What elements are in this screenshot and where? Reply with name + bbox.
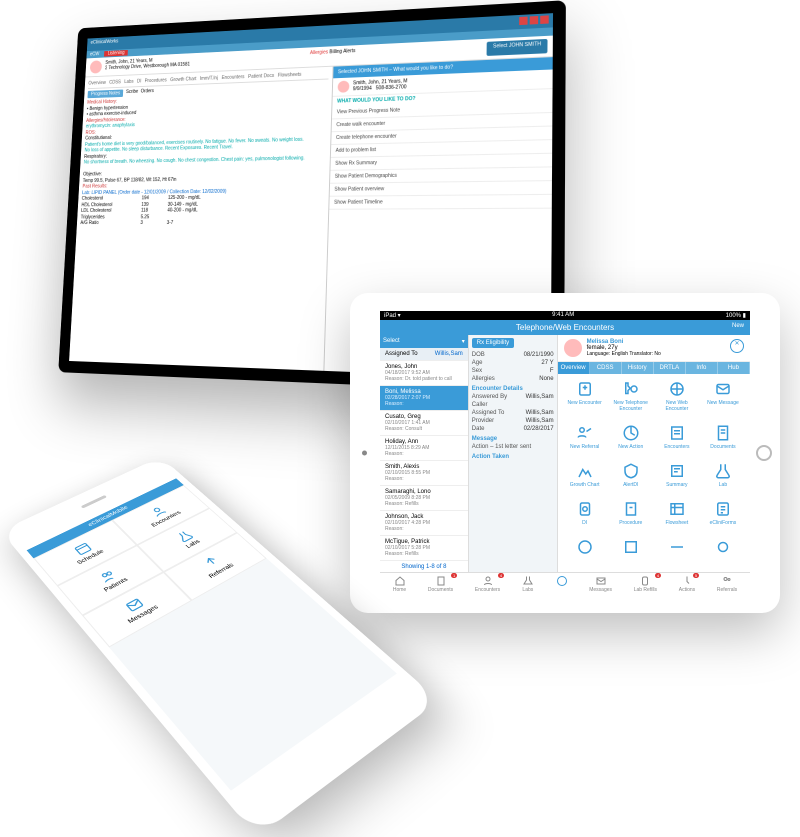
hub-icon[interactable]: New Web Encounter [656,380,698,420]
camera-icon [362,451,367,456]
footer-tab[interactable]: 5Actions [679,575,695,593]
phone-device: eClinicalMobile Schedule Encounters Pati… [0,457,238,615]
hub-icon[interactable]: Growth Chart [564,462,606,496]
hub-tab[interactable]: Overview [558,362,590,374]
avatar [90,60,102,73]
hub-icon[interactable] [656,538,698,566]
speaker-icon [81,495,107,509]
hub-icon[interactable]: New Telephone Encounter [610,380,652,420]
close-icon[interactable]: ✕ [730,339,744,353]
select-patient-button[interactable]: Select JOHN SMITH [487,39,548,56]
app-title: eClinicalWorks [90,39,118,50]
nav-encounters[interactable]: Encounters [221,74,244,81]
tablet-device: iPad ▾ 9:41 AM 100% ▮ Telephone/Web Enco… [350,293,780,613]
patient-hub: Melissa Boni female, 27y Language: Engli… [558,335,750,572]
hub-tab[interactable]: Hub [718,362,750,374]
nav-procedures[interactable]: Procedures [145,78,167,84]
screen-title: Telephone/Web Encounters New [380,320,750,335]
hub-icon[interactable]: Summary [656,462,698,496]
footer-tab[interactable]: Referrals [717,575,737,593]
nav-cdss[interactable]: CDSS [109,80,121,86]
hub-icon[interactable]: eCliniForms [702,500,744,534]
list-item[interactable]: Cusato, Greg02/10/2017 1:41 AMReason: Co… [380,411,468,436]
section-message: Message [472,436,554,442]
footer-tab[interactable]: 1Documents [428,575,453,593]
list-item[interactable]: Smith, Alexis02/10/2015 8:55 PMReason: [380,461,468,486]
hub-tab[interactable]: CDSS [590,362,622,374]
list-item[interactable]: McTigue, Patrick02/10/2017 5:28 PMReason… [380,536,468,561]
lab-table: Cholesterol194125-200 - mg/dLHDL Cholest… [80,194,325,227]
footer-tab[interactable]: 4Lab Refills [634,575,657,593]
hub-icon[interactable]: DI [564,500,606,534]
battery-icon: 100% ▮ [726,312,746,319]
hub-icon[interactable]: Documents [702,424,744,458]
hub-icon[interactable]: New Encounter [564,380,606,420]
bottom-tab-bar: Home 1Documents 4Encounters Labs Messages 4La… [380,572,750,595]
list-item[interactable]: Samaraghi, Lono02/05/2009 8:28 PMReason:… [380,486,468,511]
list-item[interactable]: Johnson, Jack02/10/2017 4:28 PMReason: [380,511,468,536]
nav-flowsheets[interactable]: Flowsheets [278,72,302,79]
footer-tab[interactable] [556,575,568,593]
nav-overview[interactable]: Overview [88,80,106,86]
filter-icon[interactable]: ▾ [462,338,465,345]
rx-eligibility-button[interactable]: Rx Eligibility [472,338,514,348]
chart-panel: Overview CDSS Labs DI Procedures Growth … [69,67,332,371]
list-item[interactable]: Boni, Melissa02/28/2017 2:07 PMReason: [380,386,468,411]
nav-imm[interactable]: Imm/T.Inj [200,75,218,81]
footer-tab[interactable]: Messages [589,575,612,593]
hub-icon[interactable]: Lab [702,462,744,496]
allergies-label[interactable]: Allergies [310,49,328,56]
carrier: iPad ▾ [384,312,401,319]
new-button[interactable]: New [732,323,744,329]
select-header[interactable]: Select [383,338,400,345]
hub-icon[interactable]: New Referral [564,424,606,458]
tab-orders[interactable]: Orders [141,88,155,96]
hub-tab[interactable]: Info [686,362,718,374]
encounter-list: Select ▾ Assigned To Willis,Sam Jones, J… [380,335,469,572]
tab-progress-notes[interactable]: Progress Notes [87,90,123,99]
nav-growth[interactable]: Growth Chart [170,76,196,83]
assistant-option[interactable]: Show Patient Timeline [329,195,552,210]
nav-labs[interactable]: Labs [124,79,134,85]
encounter-detail: Rx Eligibility DOB08/21/1990Age27 YSexFA… [469,335,558,572]
hub-icon[interactable]: New Message [702,380,744,420]
tab-ecw[interactable]: eCW [90,51,100,57]
hub-icon[interactable] [702,538,744,566]
list-item[interactable]: Holiday, Ann12/11/2015 8:29 AMReason: [380,436,468,461]
footer-tab[interactable]: 4Encounters [475,575,500,593]
billing-alerts[interactable]: Billing Alerts [329,48,355,55]
pagination: Showing 1-8 of 8 [380,562,468,572]
hub-icon[interactable] [564,538,606,566]
hub-icon[interactable]: Procedure [610,500,652,534]
hub-patient-lang: Language: English Translator: No [587,351,661,357]
hub-tab[interactable]: DRTLA [654,362,686,374]
progress-note: Medical History: • Benign hypertension •… [73,91,328,366]
hub-icon[interactable]: New Action [610,424,652,458]
hub-icon[interactable]: AlertDI [610,462,652,496]
assist-dob: 9/9/1994 [353,86,372,93]
assist-phone: 508-836-2700 [376,84,407,91]
avatar [337,81,349,93]
footer-tab[interactable]: Labs [522,575,534,593]
assigned-to-value[interactable]: Willis,Sam [435,351,463,357]
home-button[interactable] [756,445,772,461]
avatar [564,339,582,357]
tab-scribe[interactable]: Scribe [126,89,139,97]
status-bar: iPad ▾ 9:41 AM 100% ▮ [380,311,750,320]
window-controls[interactable] [517,15,549,27]
message-value: Action – 1st letter sent [472,443,554,451]
assigned-to-label: Assigned To [385,351,418,357]
clock: 9:41 AM [552,312,574,319]
section-action-taken: Action Taken [472,454,554,460]
hub-icon[interactable]: Encounters [656,424,698,458]
list-item[interactable]: Jones, John04/18/2017 9:52 AMReason: Dr.… [380,361,468,386]
nav-docs[interactable]: Patient Docs [248,73,274,80]
hub-tab[interactable]: History [622,362,654,374]
footer-tab[interactable]: Home [393,575,406,593]
hub-icon[interactable] [610,538,652,566]
section-encounter-details: Encounter Details [472,386,554,392]
hub-icon[interactable]: Flowsheet [656,500,698,534]
nav-di[interactable]: DI [137,79,142,85]
